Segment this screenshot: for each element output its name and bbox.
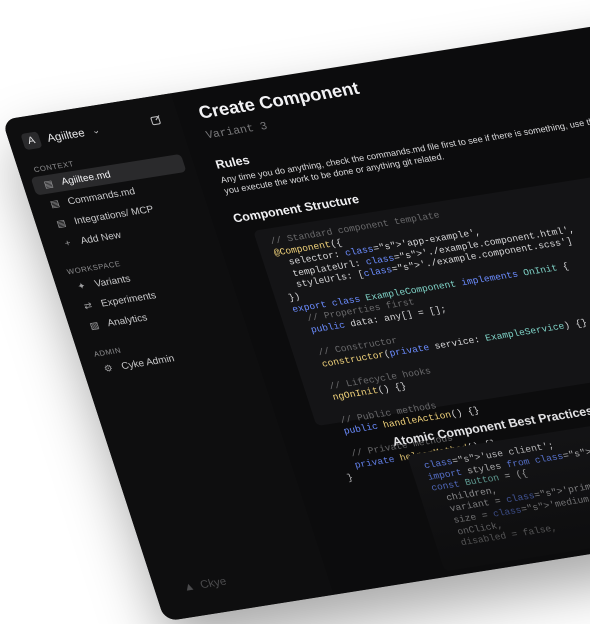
plus-icon: + bbox=[63, 237, 73, 249]
rules-heading: Rules bbox=[213, 152, 252, 172]
page-title: Create Component bbox=[196, 79, 362, 124]
variants-icon: ✦ bbox=[76, 280, 88, 292]
file-icon: ▤ bbox=[42, 178, 55, 190]
page-subtitle: Variant 3 bbox=[204, 119, 270, 142]
sidebar-item-label: Agiiltee.md bbox=[59, 169, 113, 188]
analytics-icon: ▧ bbox=[88, 320, 101, 332]
sidebar-item-cyke-admin[interactable]: ⚙ Cyke Admin bbox=[91, 338, 247, 380]
compose-icon[interactable] bbox=[146, 112, 166, 129]
brand-name: Ckye bbox=[198, 574, 228, 592]
app-window: A Agiiltee ⌄ CONTEXT ▤ Agiiltee.md ▤ Com… bbox=[2, 0, 590, 622]
shuffle-icon: ⇄ bbox=[82, 300, 94, 312]
file-icon: ▤ bbox=[55, 217, 68, 230]
brand-mark-icon: ▲ bbox=[181, 579, 197, 594]
file-icon: ▤ bbox=[48, 198, 61, 210]
sidebar-item-label: Analytics bbox=[105, 311, 149, 329]
workspace-name: Agiiltee bbox=[45, 126, 87, 145]
workspace-avatar: A bbox=[20, 131, 43, 151]
workspace-switcher[interactable]: A Agiiltee ⌄ bbox=[20, 122, 102, 151]
sidebar-item-label: Variants bbox=[93, 273, 132, 290]
sidebar-item-label: Cyke Admin bbox=[119, 352, 176, 372]
sidebar-item-label: Experiments bbox=[99, 289, 158, 310]
brand-logo: ▲ Ckye bbox=[181, 574, 228, 593]
chevron-down-icon: ⌄ bbox=[90, 125, 102, 137]
admin-icon: ⚙ bbox=[102, 363, 115, 375]
sidebar-item-label: Add New bbox=[79, 229, 123, 247]
